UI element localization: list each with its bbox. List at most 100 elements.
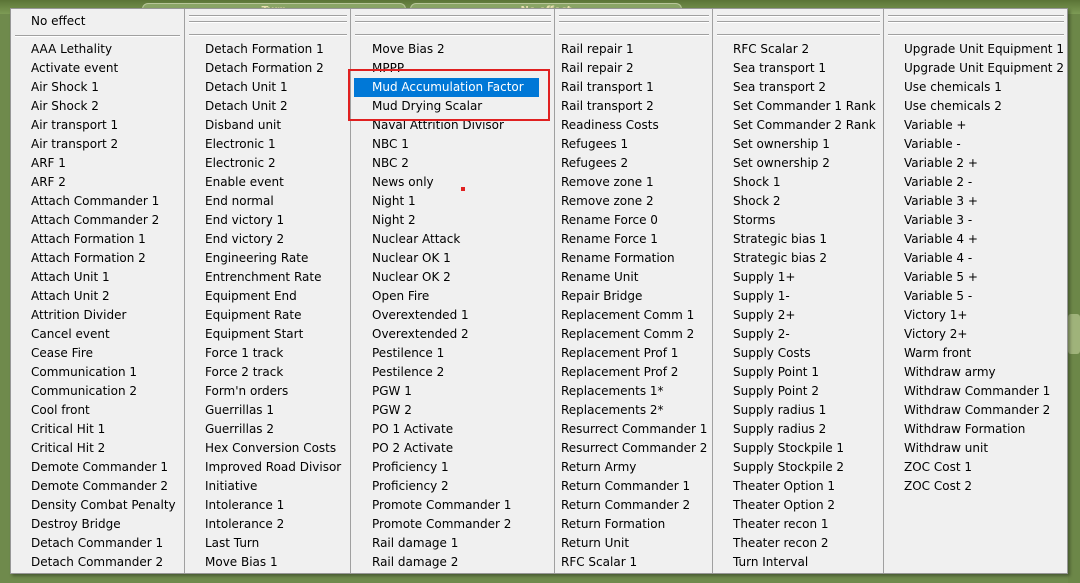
menu-item[interactable]: Remove zone 1 [555,173,713,192]
menu-item[interactable]: Return Unit [555,534,713,553]
menu-item[interactable]: Return Formation [555,515,713,534]
menu-item[interactable]: Pestilence 2 [351,363,555,382]
menu-item[interactable]: Attach Commander 2 [11,211,184,230]
menu-item[interactable]: Night 2 [351,211,555,230]
menu-item[interactable]: Move Bias 1 [185,553,351,572]
menu-item[interactable]: Proficiency 1 [351,458,555,477]
menu-item[interactable]: Critical Hit 2 [11,439,184,458]
menu-item[interactable]: Shock 2 [713,192,884,211]
menu-item[interactable]: Variable - [884,135,1068,154]
menu-item[interactable]: Air transport 1 [11,116,184,135]
menu-item[interactable]: Last Turn [185,534,351,553]
menu-item[interactable]: Detach Formation 1 [185,40,351,59]
menu-item[interactable]: Variable 2 + [884,154,1068,173]
menu-item[interactable]: Electronic 1 [185,135,351,154]
menu-item[interactable]: Promote Commander 1 [351,496,555,515]
menu-item[interactable]: Supply radius 2 [713,420,884,439]
menu-item[interactable]: Communication 1 [11,363,184,382]
menu-item[interactable]: Replacements 2* [555,401,713,420]
menu-item[interactable]: Rail transport 2 [555,97,713,116]
menu-item[interactable]: End victory 2 [185,230,351,249]
menu-item[interactable]: Rename Force 0 [555,211,713,230]
menu-item[interactable]: PO 1 Activate [351,420,555,439]
menu-item[interactable]: Resurrect Commander 1 [555,420,713,439]
menu-item[interactable]: Intolerance 1 [185,496,351,515]
menu-item[interactable]: Demote Commander 1 [11,458,184,477]
menu-item[interactable]: Refugees 1 [555,135,713,154]
menu-item[interactable]: Sea transport 1 [713,59,884,78]
menu-item[interactable]: Shock 1 [713,173,884,192]
menu-item[interactable]: Replacement Comm 1 [555,306,713,325]
menu-item[interactable]: Guerrillas 1 [185,401,351,420]
menu-item[interactable]: Air Shock 2 [11,97,184,116]
menu-item[interactable]: Theater recon 2 [713,534,884,553]
menu-item[interactable]: Supply 2+ [713,306,884,325]
menu-item[interactable]: Open Fire [351,287,555,306]
menu-item[interactable]: Rail repair 2 [555,59,713,78]
menu-item[interactable]: Rail damage 2 [351,553,555,572]
menu-item[interactable]: Guerrillas 2 [185,420,351,439]
menu-item[interactable]: Engineering Rate [185,249,351,268]
menu-item[interactable]: Turn Interval [713,553,884,572]
menu-item[interactable]: Cease Fire [11,344,184,363]
menu-item[interactable]: ZOC Cost 2 [884,477,1068,496]
menu-item[interactable]: News only [351,173,555,192]
menu-item[interactable]: Strategic bias 1 [713,230,884,249]
menu-item[interactable]: Theater recon 1 [713,515,884,534]
menu-item[interactable]: ARF 1 [11,154,184,173]
menu-item[interactable]: Detach Formation 2 [185,59,351,78]
menu-item[interactable]: Repair Bridge [555,287,713,306]
menu-item[interactable]: Supply 2- [713,325,884,344]
menu-item[interactable]: Return Army [555,458,713,477]
menu-item[interactable]: Rename Unit [555,268,713,287]
menu-item[interactable]: Supply 1+ [713,268,884,287]
menu-item[interactable]: Attach Unit 1 [11,268,184,287]
menu-item[interactable]: Variable 5 + [884,268,1068,287]
menu-item[interactable]: Detach Commander 2 [11,553,184,572]
menu-item[interactable]: AAA Lethality [11,40,184,59]
menu-item[interactable]: Rail repair 1 [555,40,713,59]
menu-item[interactable]: Upgrade Unit Equipment 1 [884,40,1068,59]
menu-item[interactable]: Overextended 2 [351,325,555,344]
menu-item[interactable]: Air Shock 1 [11,78,184,97]
menu-item[interactable]: Night 1 [351,192,555,211]
menu-item[interactable]: Victory 2+ [884,325,1068,344]
menu-item[interactable]: Warm front [884,344,1068,363]
menu-item[interactable]: Force 1 track [185,344,351,363]
menu-item[interactable]: Set Commander 1 Rank [713,97,884,116]
menu-item[interactable]: NBC 1 [351,135,555,154]
menu-item[interactable]: Supply Stockpile 2 [713,458,884,477]
menu-item[interactable]: Use chemicals 1 [884,78,1068,97]
menu-item[interactable]: Replacement Prof 1 [555,344,713,363]
menu-item[interactable]: Naval Attrition Divisor [351,116,555,135]
menu-item[interactable]: Variable 4 - [884,249,1068,268]
menu-item[interactable]: Pestilence 1 [351,344,555,363]
menu-item[interactable]: Readiness Costs [555,116,713,135]
menu-item[interactable]: Rail transport 1 [555,78,713,97]
menu-item[interactable]: Withdraw Formation [884,420,1068,439]
menu-item[interactable]: Variable 2 - [884,173,1068,192]
menu-item[interactable]: Mud Drying Scalar [351,97,555,116]
menu-item[interactable]: Attach Commander 1 [11,192,184,211]
menu-item[interactable]: Form'n orders [185,382,351,401]
menu-item[interactable]: Enable event [185,173,351,192]
menu-item[interactable]: Supply Point 2 [713,382,884,401]
menu-item[interactable]: Set Commander 2 Rank [713,116,884,135]
menu-item[interactable]: Set ownership 1 [713,135,884,154]
menu-item[interactable]: PGW 2 [351,401,555,420]
menu-item[interactable]: Entrenchment Rate [185,268,351,287]
menu-item[interactable]: Disband unit [185,116,351,135]
menu-item[interactable]: Attrition Divider [11,306,184,325]
menu-item[interactable]: Sea transport 2 [713,78,884,97]
menu-item[interactable]: Supply radius 1 [713,401,884,420]
menu-item[interactable]: Nuclear OK 1 [351,249,555,268]
menu-item[interactable]: MPPP [351,59,555,78]
menu-item[interactable]: Equipment Start [185,325,351,344]
menu-item[interactable]: Electronic 2 [185,154,351,173]
menu-item[interactable]: Communication 2 [11,382,184,401]
menu-item[interactable]: Critical Hit 1 [11,420,184,439]
menu-item[interactable]: Density Combat Penalty [11,496,184,515]
menu-item[interactable]: Supply Stockpile 1 [713,439,884,458]
menu-item[interactable]: Force 2 track [185,363,351,382]
menu-item[interactable]: Return Commander 2 [555,496,713,515]
